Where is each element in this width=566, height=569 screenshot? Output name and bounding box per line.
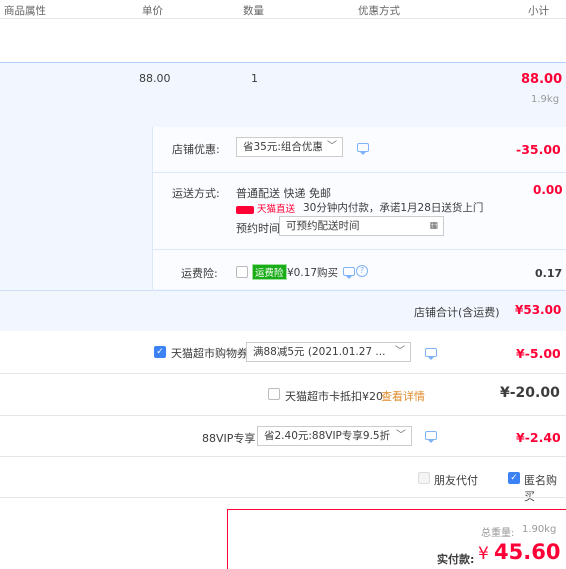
divider <box>0 456 566 457</box>
col-attr: 商品属性 <box>4 5 46 17</box>
divider <box>152 172 566 173</box>
payment-summary: 总重量: 1.90kg 实付款: ¥ 45.60 <box>227 509 566 569</box>
divider <box>0 415 566 416</box>
total-weight-label: 总重量: <box>481 528 515 539</box>
insurance-label: 运费险: <box>181 267 218 280</box>
anon-buy-label: 匿名购买 <box>524 474 557 503</box>
calendar-icon: ▦ <box>429 221 438 231</box>
shop-discount-select[interactable]: 省35元:组合优惠 ﹀ <box>236 137 343 157</box>
shop-discount-select-value: 省35元:组合优惠 <box>243 141 323 153</box>
divider <box>0 497 566 498</box>
shop-total-label: 店铺合计(含运费) <box>414 306 500 319</box>
shop-discount-label: 店铺优惠: <box>172 143 220 156</box>
insurance-text: ¥0.17购买 <box>287 267 339 279</box>
tmall-direct-badge: 天猫直送 <box>236 201 295 215</box>
item-row: 88.00 1 88.00 1.9kg <box>0 62 566 127</box>
col-subtotal: 小计 <box>528 5 549 17</box>
card-detail-link[interactable]: 查看详情 <box>381 388 425 404</box>
insurance-checkbox[interactable] <box>236 266 248 278</box>
message-icon[interactable] <box>425 431 437 443</box>
coupon-amount: ¥-5.00 <box>516 346 561 361</box>
coupon-select[interactable]: 满88减5元 (2021.01.27 ... ﹀ <box>246 342 411 362</box>
pay-amount: 45.60 <box>494 540 561 564</box>
col-qty: 数量 <box>243 5 264 17</box>
vip-amount: ¥-2.40 <box>516 430 561 445</box>
shipping-amount: 0.00 <box>533 183 563 197</box>
help-icon[interactable]: ? <box>356 265 368 277</box>
message-icon[interactable] <box>343 267 355 279</box>
reserve-time-field[interactable]: 可预约配送时间 ▦ <box>279 216 444 236</box>
chevron-down-icon: ﹀ <box>395 346 405 357</box>
anon-buy-checkbox[interactable]: ✓ <box>508 472 520 484</box>
card-amount: ¥-20.00 <box>500 385 560 401</box>
tmall-badge-text: 天猫直送 <box>257 204 296 215</box>
reserve-time-placeholder: 可预约配送时间 <box>286 220 360 232</box>
shipping-label: 运送方式: <box>172 187 220 200</box>
chevron-down-icon: ﹀ <box>327 141 337 152</box>
shop-total-row: 店铺合计(含运费) ¥53.00 <box>0 290 566 331</box>
vip-select-value: 省2.40元:88VIP专享9.5折 <box>264 430 391 442</box>
item-subtotal: 88.00 <box>521 72 563 87</box>
vip-label: 88VIP专享 <box>202 432 256 445</box>
card-checkbox[interactable] <box>268 388 280 400</box>
item-price: 88.00 <box>139 72 171 85</box>
shop-total-amount: ¥53.00 <box>515 303 562 317</box>
shop-discount-amount: -35.00 <box>516 142 561 157</box>
divider <box>0 373 566 374</box>
chevron-down-icon: ﹀ <box>396 430 406 441</box>
reserve-label: 预约时间 <box>236 222 280 235</box>
friend-pay-label: 朋友代付 <box>434 474 478 487</box>
insurance-amount: 0.17 <box>535 267 563 280</box>
insurance-tag: 运费险 <box>252 264 287 280</box>
currency-symbol: ¥ <box>478 544 489 564</box>
vip-select[interactable]: 省2.40元:88VIP专享9.5折 ﹀ <box>257 426 412 446</box>
tmall-cat-icon <box>236 205 254 214</box>
order-table-header: 商品属性 单价 数量 优惠方式 小计 <box>0 0 566 19</box>
coupon-select-value: 满88减5元 (2021.01.27 ... <box>253 346 386 358</box>
item-weight: 1.9kg <box>531 94 560 105</box>
coupon-checkbox[interactable]: ✓ <box>154 346 166 358</box>
divider <box>152 249 566 250</box>
total-weight-value: 1.90kg <box>522 524 557 535</box>
col-promo: 优惠方式 <box>358 5 400 17</box>
item-qty: 1 <box>251 72 258 85</box>
message-icon[interactable] <box>425 348 437 360</box>
shipping-text: 普通配送 快递 免邮 <box>236 187 331 200</box>
pay-label: 实付款: <box>437 553 475 566</box>
tmall-delivery-text: 30分钟内付款，承诺1月28日送货上门 <box>303 202 484 214</box>
coupon-label: 天猫超市购物券 <box>171 347 248 360</box>
friend-pay-checkbox[interactable] <box>418 472 430 484</box>
col-price: 单价 <box>142 5 163 17</box>
message-icon[interactable] <box>357 143 369 155</box>
card-label: 天猫超市卡抵扣¥20 <box>285 390 383 403</box>
